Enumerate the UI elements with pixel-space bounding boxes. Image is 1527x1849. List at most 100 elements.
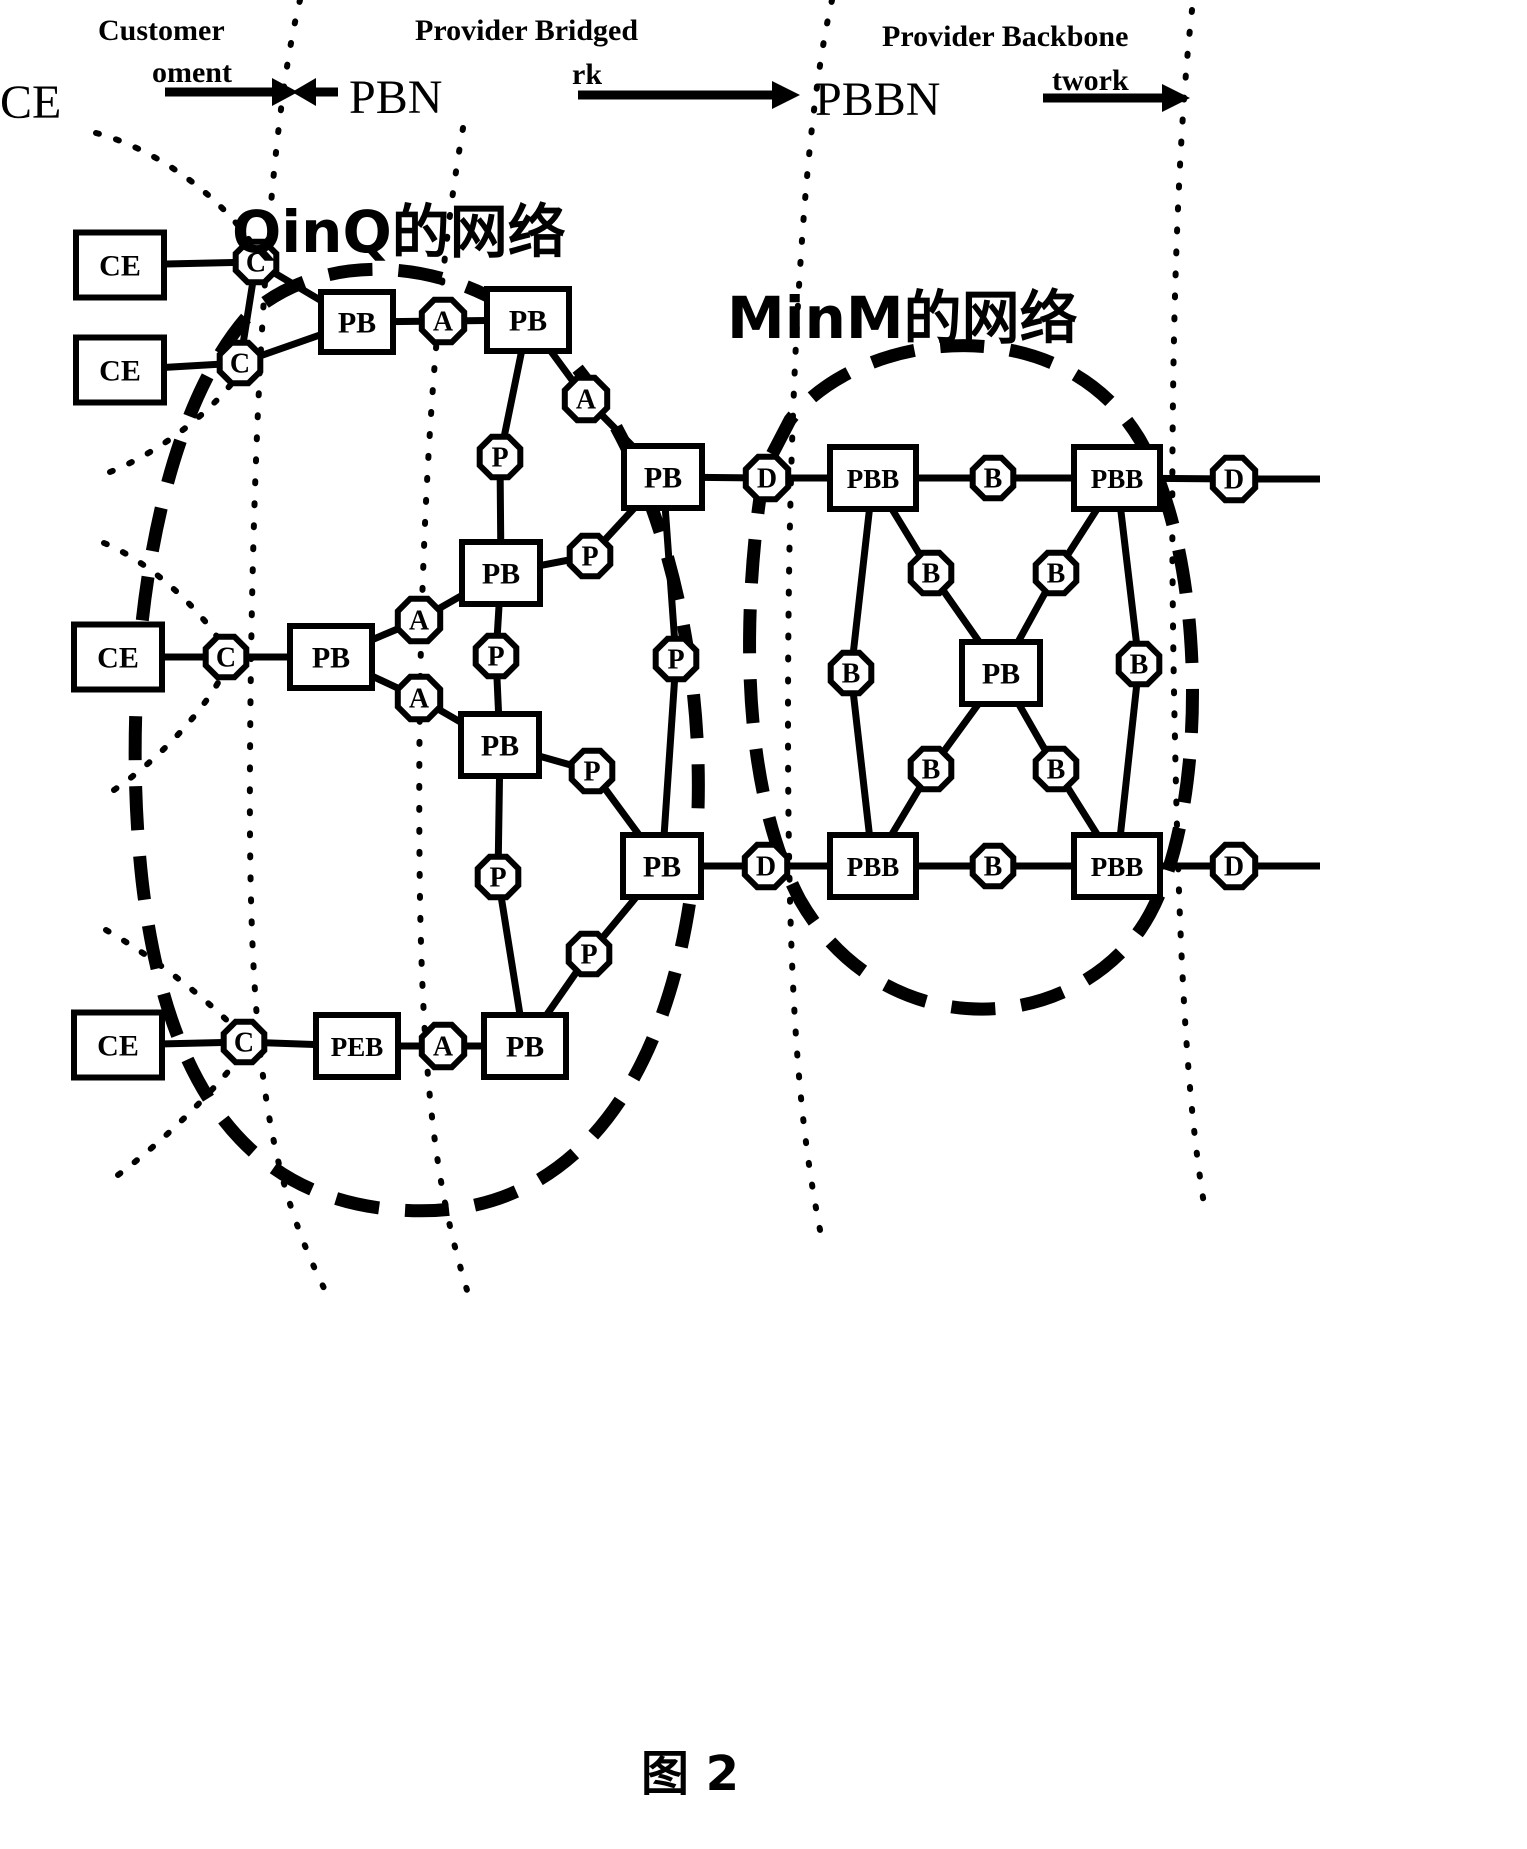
zone-pbn-line2: rk: [572, 58, 602, 91]
node-label-pbb1: PBB: [847, 464, 900, 494]
zone-header-pbbn: Provider Backbone twork PBBN: [815, 20, 1190, 126]
arrow-pbn-left: [292, 78, 338, 106]
node-p4[interactable]: P: [652, 635, 700, 683]
node-pb2[interactable]: PB: [484, 286, 572, 354]
node-label-pb6: PB: [643, 851, 681, 884]
node-label-c3: C: [216, 643, 236, 674]
node-b4[interactable]: B: [1032, 549, 1080, 597]
node-label-c4: C: [234, 1028, 254, 1059]
node-ce2[interactable]: CE: [73, 334, 167, 406]
node-label-b3: B: [922, 559, 941, 590]
node-label-pb7: PB: [312, 642, 350, 675]
node-label-b2: B: [984, 852, 1003, 883]
node-label-b6: B: [1047, 755, 1066, 786]
node-label-a4: A: [409, 684, 430, 715]
node-ce3[interactable]: CE: [71, 621, 165, 693]
node-b1[interactable]: B: [969, 454, 1017, 502]
node-label-ce3: CE: [97, 642, 139, 675]
node-c2[interactable]: C: [216, 339, 264, 387]
node-pb8[interactable]: PB: [481, 1012, 569, 1080]
node-c3[interactable]: C: [202, 633, 250, 681]
node-label-c2: C: [230, 349, 250, 380]
node-label-d3: D: [756, 852, 776, 883]
node-a3[interactable]: A: [394, 595, 444, 645]
zone-header-pbn: Provider Bridged rk PBN: [349, 14, 800, 124]
node-a4[interactable]: A: [394, 673, 444, 723]
node-label-d4: D: [1224, 852, 1244, 883]
region-outline-qinq: [128, 262, 705, 1218]
node-label-a1: A: [433, 307, 454, 338]
node-label-p7: P: [580, 940, 597, 971]
node-label-p6: P: [489, 863, 506, 894]
node-d4[interactable]: D: [1209, 841, 1259, 891]
node-label-pbb3: PBB: [847, 852, 900, 882]
zone-customer-line1: Customer: [98, 14, 225, 47]
node-a1[interactable]: A: [418, 296, 468, 346]
node-label-b1: B: [984, 464, 1003, 495]
edge-stubs-right: [1257, 475, 1320, 870]
node-label-pb1: PB: [338, 307, 376, 340]
node-label-pb4: PB: [482, 558, 520, 591]
node-p3[interactable]: P: [472, 632, 520, 680]
node-pbb1[interactable]: PBB: [827, 444, 919, 512]
node-label-a3: A: [409, 606, 430, 637]
node-b2[interactable]: B: [969, 842, 1017, 890]
node-d2[interactable]: D: [1209, 454, 1259, 504]
node-b3[interactable]: B: [907, 549, 955, 597]
figure-caption: 图 2: [641, 1746, 739, 1802]
node-pb6[interactable]: PB: [620, 832, 704, 900]
node-a5[interactable]: A: [418, 1021, 468, 1071]
node-b8[interactable]: B: [1115, 640, 1163, 688]
node-label-pb8: PB: [506, 1031, 544, 1064]
node-label-pb3: PB: [644, 462, 682, 495]
zone-pbbn-abbrev: PBBN: [815, 73, 940, 126]
node-d1[interactable]: D: [742, 453, 792, 503]
node-p7[interactable]: P: [565, 930, 613, 978]
node-ce4[interactable]: CE: [71, 1009, 165, 1081]
node-pb9[interactable]: PB: [959, 639, 1043, 707]
node-label-a2: A: [576, 385, 597, 416]
node-label-p4: P: [667, 645, 684, 676]
node-label-pbb2: PBB: [1091, 464, 1144, 494]
zone-header-customer: Customer oment CE: [0, 14, 338, 129]
annotation-qinq: QinQ的网络: [232, 198, 566, 266]
node-label-ce4: CE: [97, 1030, 139, 1063]
zone-boundaries: [246, 0, 1208, 1303]
node-b7[interactable]: B: [827, 649, 875, 697]
node-pb4[interactable]: PB: [459, 539, 543, 607]
node-ce1[interactable]: CE: [73, 229, 167, 301]
node-peb[interactable]: PEB: [313, 1012, 401, 1080]
node-pbb3[interactable]: PBB: [827, 832, 919, 900]
node-label-b7: B: [842, 659, 861, 690]
node-p1[interactable]: P: [476, 433, 524, 481]
network-diagram: Customer oment CE Provider Bridged rk PB…: [0, 0, 1320, 1802]
zone-pbn-abbrev: PBN: [349, 71, 442, 124]
node-a2[interactable]: A: [561, 374, 611, 424]
node-pbb2[interactable]: PBB: [1071, 444, 1163, 512]
node-pbb4[interactable]: PBB: [1071, 832, 1163, 900]
node-p6[interactable]: P: [474, 853, 522, 901]
node-p5[interactable]: P: [568, 747, 616, 795]
node-label-ce2: CE: [99, 355, 141, 388]
node-b6[interactable]: B: [1032, 745, 1080, 793]
figure-canvas: Customer oment CE Provider Bridged rk PB…: [0, 0, 1527, 1849]
node-b5[interactable]: B: [907, 745, 955, 793]
node-p2[interactable]: P: [566, 532, 614, 580]
node-label-pb2: PB: [509, 305, 547, 338]
node-label-peb: PEB: [331, 1032, 384, 1062]
node-d3[interactable]: D: [741, 841, 791, 891]
node-label-p3: P: [487, 642, 504, 673]
node-label-p1: P: [491, 443, 508, 474]
node-label-d2: D: [1224, 465, 1244, 496]
node-label-b5: B: [922, 755, 941, 786]
node-label-pb9: PB: [982, 658, 1020, 691]
node-label-b4: B: [1047, 559, 1066, 590]
node-pb7[interactable]: PB: [287, 623, 375, 691]
node-label-d1: D: [757, 464, 777, 495]
node-c4[interactable]: C: [220, 1018, 268, 1066]
node-label-b8: B: [1130, 650, 1149, 681]
node-pb3[interactable]: PB: [621, 443, 705, 511]
node-pb1[interactable]: PB: [318, 289, 396, 355]
node-pb5[interactable]: PB: [458, 711, 542, 779]
zone-customer-abbrev: CE: [0, 76, 61, 129]
